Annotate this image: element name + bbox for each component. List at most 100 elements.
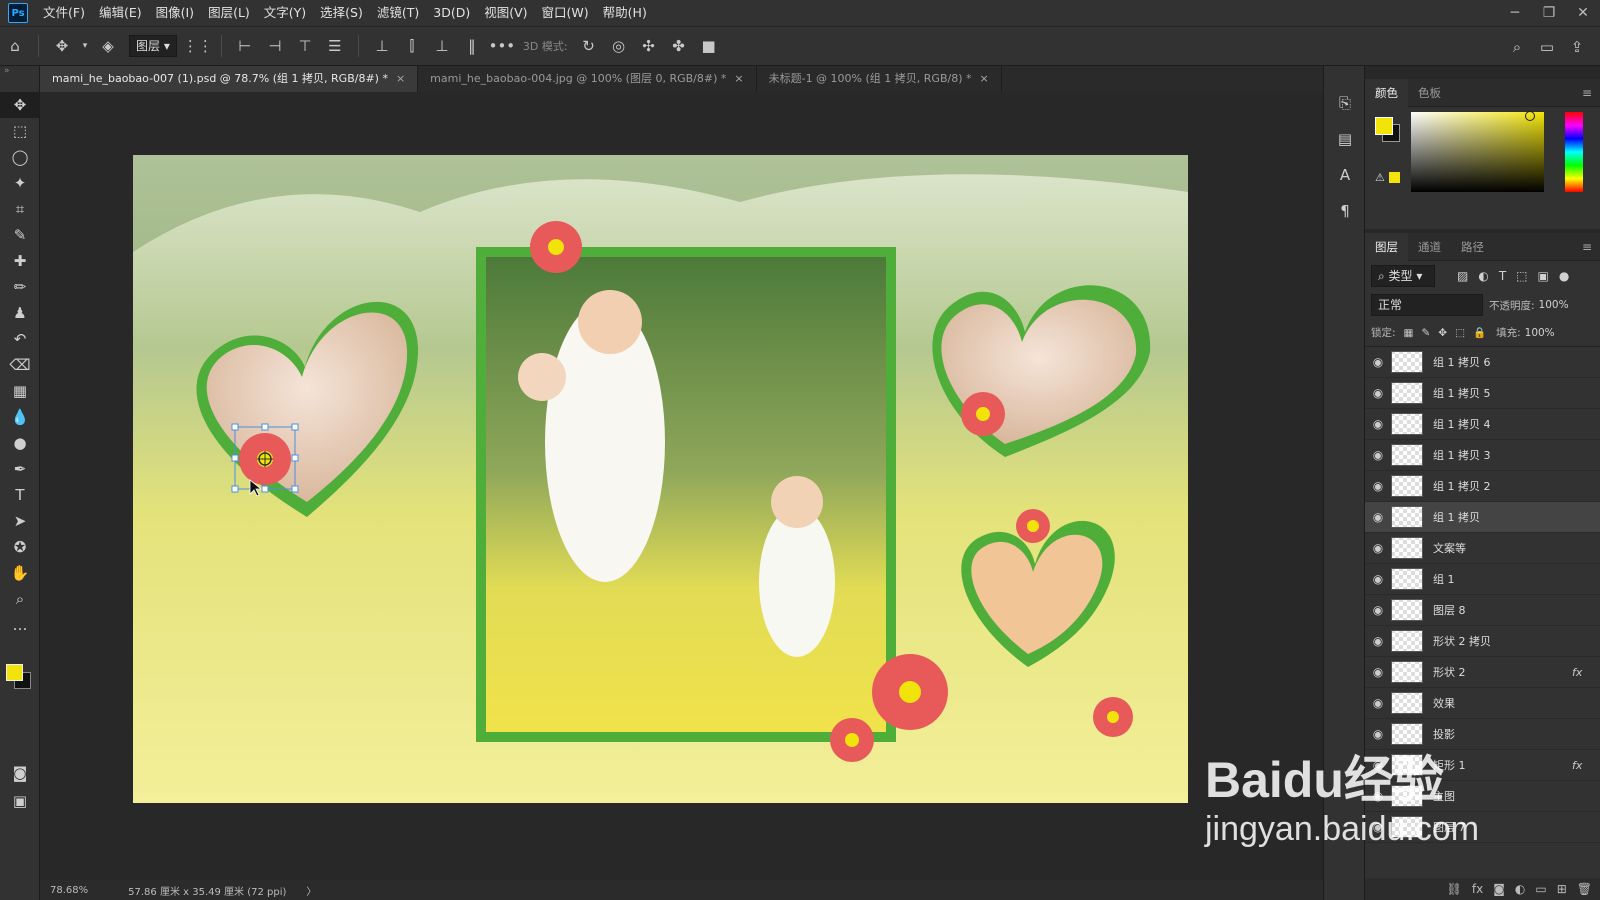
visibility-eye-icon[interactable]: ◉ <box>1365 727 1391 741</box>
menu-item-6[interactable]: 滤镜(T) <box>370 0 426 26</box>
menu-item-3[interactable]: 图层(L) <box>201 0 257 26</box>
layer-row[interactable]: ◉ 组 1 拷贝 2 <box>1365 471 1600 502</box>
menu-item-8[interactable]: 视图(V) <box>477 0 534 26</box>
visibility-eye-icon[interactable]: ◉ <box>1365 448 1391 462</box>
3d-slide-icon[interactable]: ✤ <box>667 34 691 58</box>
healing-brush-icon[interactable]: ✚ <box>0 248 40 274</box>
layer-row[interactable]: ◉ 形状 2 拷贝 <box>1365 626 1600 657</box>
layer-fx-badge[interactable]: fx <box>1572 666 1600 679</box>
layer-row[interactable]: ◉ 组 1 拷贝 <box>1365 502 1600 533</box>
close-button[interactable]: ✕ <box>1566 0 1600 26</box>
layer-row[interactable]: ◉ 形状 2 fx <box>1365 657 1600 688</box>
layer-name[interactable]: 组 1 拷贝 5 <box>1433 385 1572 401</box>
move-tool-icon[interactable]: ✥ <box>0 92 40 118</box>
tab-color[interactable]: 颜色 <box>1365 78 1408 107</box>
layer-select-dropdown[interactable]: 图层 ▾ <box>129 35 177 57</box>
lock-all-icon[interactable]: 🔒 <box>1473 326 1486 339</box>
new-adjustment-icon[interactable]: ◐ <box>1515 882 1525 896</box>
home-icon[interactable]: ⌂ <box>3 34 27 58</box>
3d-rotate-icon[interactable]: ↻ <box>577 34 601 58</box>
crop-tool-icon[interactable]: ⌗ <box>0 196 40 222</box>
lock-transparent-icon[interactable]: ▦ <box>1404 327 1414 339</box>
menu-item-7[interactable]: 3D(D) <box>426 0 477 26</box>
stamp-tool-icon[interactable]: ♟ <box>0 300 40 326</box>
visibility-eye-icon[interactable]: ◉ <box>1365 355 1391 369</box>
menu-item-2[interactable]: 图像(I) <box>149 0 201 26</box>
layer-name[interactable]: 形状 2 拷贝 <box>1433 633 1572 649</box>
zoom-level[interactable]: 78.68% <box>50 885 88 896</box>
tab-close-icon[interactable]: × <box>734 72 743 85</box>
chevron-down-icon[interactable]: ▾ <box>80 34 90 58</box>
color-picker-handle[interactable] <box>1525 111 1535 121</box>
menu-item-4[interactable]: 文字(Y) <box>257 0 313 26</box>
filter-image-icon[interactable]: ▨ <box>1457 269 1468 283</box>
layer-name[interactable]: 组 1 <box>1433 571 1572 587</box>
link-layers-icon[interactable]: ⛓ <box>1447 882 1462 896</box>
layer-row[interactable]: ◉ 组 1 拷贝 4 <box>1365 409 1600 440</box>
menu-item-10[interactable]: 帮助(H) <box>596 0 654 26</box>
workspace-icon[interactable]: ▭ <box>1535 35 1559 59</box>
delete-layer-icon[interactable]: 🗑 <box>1577 882 1592 896</box>
marquee-tool-icon[interactable]: ⬚ <box>0 118 40 144</box>
menu-item-1[interactable]: 编辑(E) <box>92 0 149 26</box>
color-picker-field[interactable] <box>1411 112 1544 192</box>
filter-type-icon[interactable]: T <box>1499 269 1506 283</box>
filter-smart-object-icon[interactable]: ▣ <box>1538 269 1549 283</box>
visibility-eye-icon[interactable]: ◉ <box>1365 541 1391 555</box>
panel-menu-icon[interactable]: ≡ <box>1582 86 1592 100</box>
distribute-icon[interactable]: ☰ <box>323 34 347 58</box>
tab-layers[interactable]: 图层 <box>1365 232 1408 261</box>
layer-filter-dropdown[interactable]: ⌕ 类型 ▾ <box>1371 265 1435 287</box>
tab-channels[interactable]: 通道 <box>1408 233 1451 261</box>
menu-item-5[interactable]: 选择(S) <box>313 0 370 26</box>
magic-wand-icon[interactable]: ✦ <box>0 170 40 196</box>
visibility-eye-icon[interactable]: ◉ <box>1365 634 1391 648</box>
3d-roll-icon[interactable]: ◎ <box>607 34 631 58</box>
screen-mode-icon[interactable]: ▣ <box>0 788 40 814</box>
hand-tool-icon[interactable]: ✋ <box>0 560 40 586</box>
hue-slider[interactable] <box>1565 112 1583 192</box>
add-style-icon[interactable]: fx <box>1472 882 1483 896</box>
layer-name[interactable]: 图层 8 <box>1433 602 1572 618</box>
history-panel-icon[interactable]: ⎘ <box>1324 88 1366 118</box>
shape-tool-icon[interactable]: ✪ <box>0 534 40 560</box>
dodge-tool-icon[interactable]: ● <box>0 430 40 456</box>
zoom-tool-icon[interactable]: ⌕ <box>0 586 40 612</box>
warning-icon[interactable]: ⚠ <box>1375 171 1385 184</box>
visibility-eye-icon[interactable]: ◉ <box>1365 603 1391 617</box>
layer-name[interactable]: 组 1 拷贝 2 <box>1433 478 1572 494</box>
filter-adjustment-icon[interactable]: ◐ <box>1478 269 1488 283</box>
lock-pixels-icon[interactable]: ✎ <box>1421 327 1430 339</box>
document-tab-1[interactable]: mami_he_baobao-004.jpg @ 100% (图层 0, RGB… <box>418 66 757 92</box>
move-tool-icon[interactable]: ✥ <box>50 34 74 58</box>
document-tab-0[interactable]: mami_he_baobao-007 (1).psd @ 78.7% (组 1 … <box>40 66 419 92</box>
foreground-color-swatch[interactable] <box>6 664 23 681</box>
menu-item-0[interactable]: 文件(F) <box>36 0 92 26</box>
fill-value[interactable]: 100% <box>1525 327 1555 339</box>
layer-row[interactable]: ◉ 组 1 拷贝 5 <box>1365 378 1600 409</box>
canvas-area[interactable] <box>40 92 1323 880</box>
layer-row[interactable]: ◉ 效果 <box>1365 688 1600 719</box>
gradient-tool-icon[interactable]: ▦ <box>0 378 40 404</box>
search-icon[interactable]: ⌕ <box>1505 35 1529 59</box>
blur-tool-icon[interactable]: 💧 <box>0 404 40 430</box>
filter-shape-icon[interactable]: ⬚ <box>1516 269 1527 283</box>
layer-name[interactable]: 形状 2 <box>1433 664 1572 680</box>
tab-close-icon[interactable]: × <box>396 72 405 85</box>
restore-button[interactable]: ❐ <box>1532 0 1566 26</box>
minimize-button[interactable]: ─ <box>1498 0 1532 26</box>
align-middle-icon[interactable]: ⫿ <box>400 34 424 58</box>
visibility-eye-icon[interactable]: ◉ <box>1365 510 1391 524</box>
panel-menu-icon[interactable]: ≡ <box>1582 240 1592 254</box>
3d-pan-icon[interactable]: ✣ <box>637 34 661 58</box>
status-menu-arrow[interactable]: 〉 <box>306 883 316 898</box>
layer-row[interactable]: ◉ 组 1 拷贝 3 <box>1365 440 1600 471</box>
type-tool-icon[interactable]: T <box>0 482 40 508</box>
lock-position-icon[interactable]: ✥ <box>1438 327 1447 339</box>
gamut-swatch[interactable] <box>1389 172 1400 183</box>
menu-item-9[interactable]: 窗口(W) <box>535 0 596 26</box>
tab-swatches[interactable]: 色板 <box>1408 79 1451 107</box>
auto-select-icon[interactable]: ◈ <box>96 34 120 58</box>
visibility-eye-icon[interactable]: ◉ <box>1365 386 1391 400</box>
align-left-icon[interactable]: ⊢ <box>233 34 257 58</box>
